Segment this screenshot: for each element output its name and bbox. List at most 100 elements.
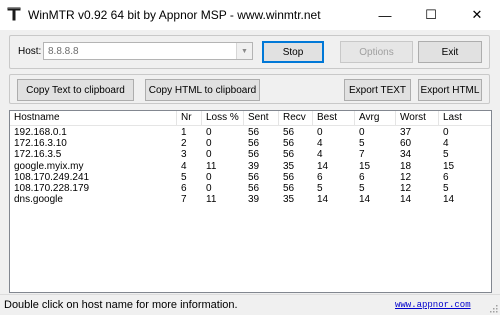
maximize-icon: ☐ [425,7,437,22]
cell-last: 4 [443,138,449,150]
cell-loss: 0 [206,149,212,161]
cell-best: 0 [317,127,323,138]
cell-recv: 56 [283,171,295,183]
list-header: Hostname Nr Loss % Sent Recv Best Avrg W… [10,111,491,126]
export-text-button[interactable]: Export TEXT [344,79,411,101]
cell-hostname[interactable]: 108.170.228.179 [10,183,89,194]
cell-sent: 39 [248,160,260,172]
table-row[interactable]: 172.16.3.10 2 0 56 56 4 5 60 4 [10,138,491,149]
cell-loss: 0 [206,127,212,138]
status-bar: Double click on host name for more infor… [0,294,500,315]
cell-worst: 12 [400,171,412,183]
cell-hostname[interactable]: dns.google [10,194,63,205]
cell-recv: 35 [283,194,295,206]
export-html-button[interactable]: Export HTML [418,79,482,101]
cell-loss: 0 [206,171,212,183]
cell-recv: 56 [283,138,295,150]
cell-recv: 35 [283,160,295,172]
cell-recv: 56 [283,183,295,194]
cell-best: 14 [317,160,329,172]
cell-last: 0 [443,127,449,138]
cell-last: 5 [443,149,449,161]
cell-hostname[interactable]: 172.16.3.10 [10,138,67,149]
column-header-loss[interactable]: Loss % [202,111,244,125]
cell-worst: 34 [400,149,412,161]
copy-html-button[interactable]: Copy HTML to clipboard [145,79,260,101]
cell-sent: 56 [248,138,260,150]
cell-loss: 0 [206,183,212,194]
title-bar: WinMTR v0.92 64 bit by Appnor MSP - www.… [0,0,500,30]
minimize-icon: — [378,7,392,23]
options-button[interactable]: Options [340,41,413,63]
maximize-button[interactable]: ☐ [408,0,454,30]
cell-loss: 11 [206,194,217,206]
table-row[interactable]: 108.170.249.241 5 0 56 56 6 6 12 6 [10,172,491,183]
cell-last: 6 [443,171,449,183]
cell-hostname[interactable]: 108.170.249.241 [10,172,89,183]
cell-nr: 1 [181,127,187,138]
chevron-down-icon[interactable]: ▼ [236,43,252,59]
cell-nr: 2 [181,138,187,150]
column-header-hostname[interactable]: Hostname [10,111,177,125]
host-combobox[interactable]: 8.8.8.8 ▼ [43,42,253,60]
cell-hostname[interactable]: 172.16.3.5 [10,149,61,160]
column-header-nr[interactable]: Nr [177,111,202,125]
cell-sent: 56 [248,127,260,138]
cell-nr: 3 [181,149,187,161]
results-list[interactable]: Hostname Nr Loss % Sent Recv Best Avrg W… [9,110,492,293]
cell-worst: 12 [400,183,412,194]
cell-last: 5 [443,183,449,194]
minimize-button[interactable]: — [362,0,408,30]
column-header-best[interactable]: Best [313,111,355,125]
window-title: WinMTR v0.92 64 bit by Appnor MSP - www.… [28,8,321,22]
table-row[interactable]: dns.google 7 11 39 35 14 14 14 14 [10,194,491,205]
close-icon: ✕ [471,7,483,22]
cell-loss: 0 [206,138,212,150]
close-button[interactable]: ✕ [454,0,500,30]
column-header-last[interactable]: Last [439,111,491,125]
cell-sent: 56 [248,149,260,161]
cell-recv: 56 [283,127,295,138]
column-header-worst[interactable]: Worst [396,111,439,125]
status-message: Double click on host name for more infor… [4,299,238,311]
cell-worst: 14 [400,194,412,206]
cell-worst: 37 [400,127,412,138]
table-row[interactable]: google.myix.my 4 11 39 35 14 15 18 15 [10,161,491,172]
cell-worst: 60 [400,138,412,150]
cell-best: 14 [317,194,329,206]
cell-avrg: 0 [359,127,365,138]
cell-last: 14 [443,194,455,206]
copy-text-button[interactable]: Copy Text to clipboard [17,79,134,101]
cell-nr: 6 [181,183,187,194]
appnor-link[interactable]: www.appnor.com [395,300,471,310]
cell-hostname[interactable]: google.myix.my [10,161,83,172]
exit-button[interactable]: Exit [418,41,482,63]
host-label: Host: [18,46,42,57]
cell-best: 4 [317,138,323,150]
column-header-recv[interactable]: Recv [279,111,313,125]
table-row[interactable]: 108.170.228.179 6 0 56 56 5 5 12 5 [10,183,491,194]
cell-best: 5 [317,183,323,194]
cell-recv: 56 [283,149,295,161]
stop-button[interactable]: Stop [262,41,324,63]
cell-loss: 11 [206,160,217,172]
resize-grip-icon[interactable] [488,303,498,313]
cell-avrg: 7 [359,149,365,161]
cell-nr: 7 [181,194,187,206]
column-header-avrg[interactable]: Avrg [355,111,396,125]
host-input-value[interactable]: 8.8.8.8 [48,46,79,57]
column-header-sent[interactable]: Sent [244,111,279,125]
table-row[interactable]: 192.168.0.1 1 0 56 56 0 0 37 0 [10,127,491,138]
table-row[interactable]: 172.16.3.5 3 0 56 56 4 7 34 5 [10,149,491,160]
cell-nr: 5 [181,171,187,183]
cell-avrg: 5 [359,183,365,194]
cell-hostname[interactable]: 192.168.0.1 [10,127,67,138]
cell-worst: 18 [400,160,412,172]
cell-sent: 39 [248,194,260,206]
cell-nr: 4 [181,160,187,172]
cell-avrg: 14 [359,194,371,206]
cell-best: 4 [317,149,323,161]
cell-best: 6 [317,171,323,183]
cell-avrg: 15 [359,160,371,172]
cell-sent: 56 [248,171,260,183]
